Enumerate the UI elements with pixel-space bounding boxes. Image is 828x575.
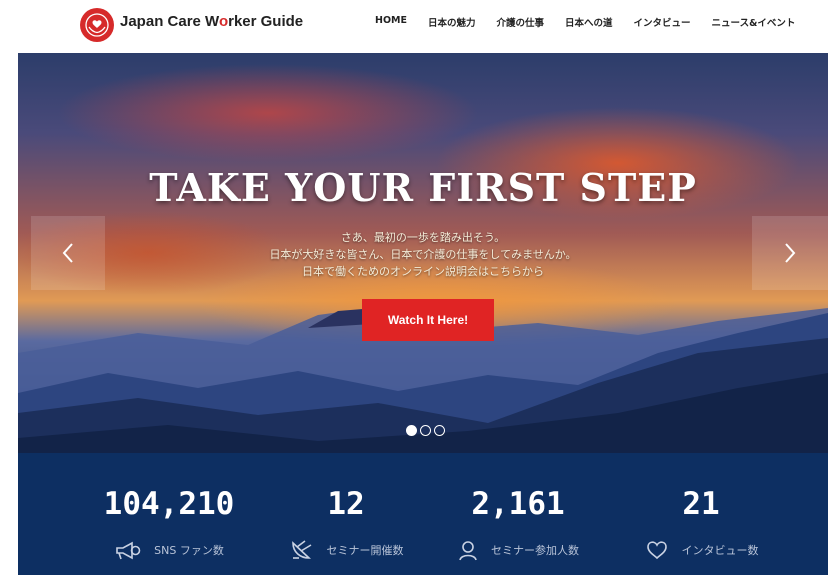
stat-label: SNS ファン数 bbox=[154, 544, 224, 557]
stat-value: 104,210 bbox=[103, 486, 235, 522]
hero-title: TAKE YOUR FIRST STEP bbox=[149, 165, 697, 210]
slide-dot-3[interactable] bbox=[434, 425, 445, 436]
stat-value: 2,161 bbox=[471, 486, 565, 522]
nav-care-work[interactable]: 介護の仕事 bbox=[497, 15, 545, 29]
hero-slider: TAKE YOUR FIRST STEP さあ、最初の一歩を踏み出そう。 日本が… bbox=[18, 53, 828, 453]
caring-hands-heart-icon[interactable] bbox=[80, 8, 114, 42]
hero-subtitle-line: 日本で働くためのオンライン説明会はこちらから bbox=[302, 265, 544, 278]
slide-dot-1[interactable] bbox=[406, 425, 417, 436]
brand-name[interactable]: Japan Care Worker Guide bbox=[120, 13, 303, 30]
hero-subtitle: さあ、最初の一歩を踏み出そう。 日本が大好きな皆さん、日本で介護の仕事をしてみま… bbox=[18, 229, 828, 280]
slider-next-button[interactable] bbox=[752, 216, 828, 290]
brand-accent-letter: o bbox=[218, 13, 229, 30]
nav-news-events[interactable]: ニュース&イベント bbox=[712, 15, 796, 29]
satellite-dish-icon bbox=[289, 539, 315, 561]
nav-japan-appeal[interactable]: 日本の魅力 bbox=[428, 15, 476, 29]
hero-subtitle-line: 日本が大好きな皆さん、日本で介護の仕事をしてみませんか。 bbox=[269, 248, 577, 261]
stat-value: 12 bbox=[327, 486, 365, 522]
chevron-left-icon bbox=[62, 243, 73, 263]
heart-icon bbox=[644, 539, 670, 561]
megaphone-icon bbox=[114, 539, 142, 561]
nav-road-to-japan[interactable]: 日本への道 bbox=[565, 15, 613, 29]
nav-interview[interactable]: インタビュー bbox=[634, 15, 691, 29]
stat-label: セミナー開催数 bbox=[326, 544, 404, 557]
chevron-right-icon bbox=[785, 243, 796, 263]
watch-it-here-button[interactable]: Watch It Here! bbox=[362, 299, 494, 341]
person-icon bbox=[457, 539, 479, 561]
site-header: Japan Care Worker Guide HOME 日本の魅力 介護の仕事… bbox=[0, 0, 828, 52]
slide-dot-2[interactable] bbox=[420, 425, 431, 436]
stat-label: インタビュー数 bbox=[681, 544, 759, 557]
slider-pagination bbox=[406, 425, 445, 436]
stat-label: セミナー参加人数 bbox=[491, 544, 579, 557]
slider-prev-button[interactable] bbox=[31, 216, 105, 290]
nav-home[interactable]: HOME bbox=[375, 15, 407, 29]
hero-subtitle-line: さあ、最初の一歩を踏み出そう。 bbox=[340, 231, 506, 244]
stats-bar: 104,210 SNS ファン数 12 セミナー開催数 2,161 セミナー参加… bbox=[18, 453, 828, 575]
stat-value: 21 bbox=[682, 486, 720, 522]
main-nav: HOME 日本の魅力 介護の仕事 日本への道 インタビュー ニュース&イベント bbox=[375, 15, 795, 29]
